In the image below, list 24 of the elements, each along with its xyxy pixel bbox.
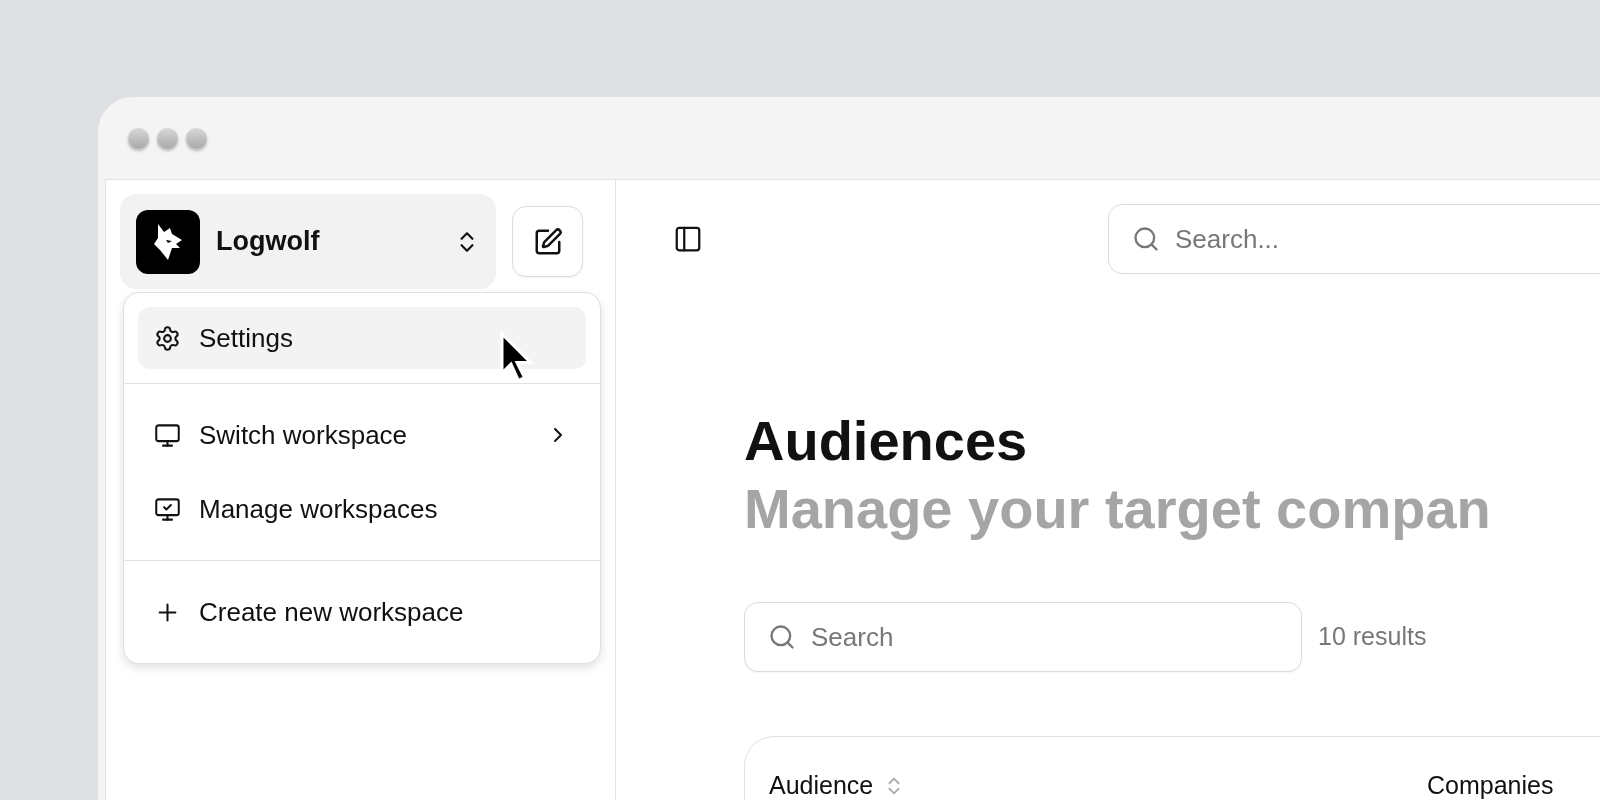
- sidebar-toggle-icon: [673, 224, 703, 254]
- wolf-logo-icon: [136, 209, 200, 274]
- monitor-check-icon: [154, 495, 181, 523]
- result-count: 10 results: [1318, 621, 1427, 653]
- workspace-switcher[interactable]: Logwolf: [120, 194, 496, 289]
- menu-item[interactable]: Create new workspace: [138, 581, 586, 643]
- search-icon: [1132, 225, 1160, 253]
- audience-search-field[interactable]: Search: [744, 602, 1302, 672]
- window-control-icon[interactable]: [186, 127, 207, 149]
- menu-item[interactable]: Settings: [138, 307, 586, 369]
- window-control-icon[interactable]: [128, 127, 149, 149]
- search-icon: [768, 623, 796, 651]
- page-title: Audiences: [744, 408, 1029, 474]
- menu-item[interactable]: Manage workspaces: [138, 478, 586, 540]
- page-subtitle: Manage your target compan: [744, 476, 1492, 542]
- gear-icon: [154, 324, 181, 352]
- window-control-icon[interactable]: [157, 127, 178, 149]
- top-search-field[interactable]: Search...: [1108, 204, 1600, 274]
- column-header: Companies: [1427, 770, 1554, 800]
- workspace-name: Logwolf: [216, 225, 321, 259]
- menu-item[interactable]: Switch workspace: [138, 404, 586, 466]
- new-note-button[interactable]: [512, 206, 583, 277]
- column-header[interactable]: Audience: [769, 767, 949, 800]
- monitor-icon: [154, 421, 181, 449]
